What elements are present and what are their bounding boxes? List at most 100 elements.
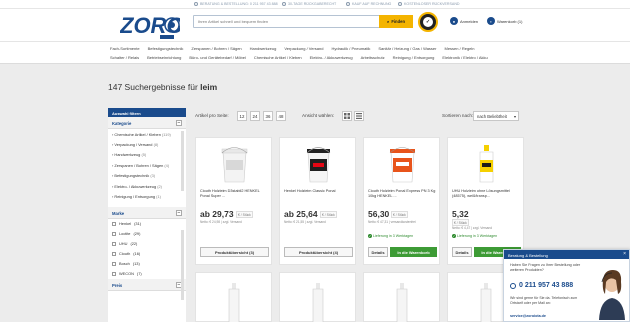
search-button[interactable]: ⌕ Finden	[379, 15, 413, 28]
product-image[interactable]	[206, 144, 263, 184]
grid-view-icon[interactable]	[342, 111, 352, 121]
per-page-option[interactable]: 24	[250, 111, 260, 121]
product-card[interactable]	[195, 272, 272, 322]
service-bar: BERATUNG & BESTELLUNG: 0 211 957 43 888 …	[0, 0, 630, 9]
category-scrollbar[interactable]	[181, 131, 184, 191]
brand-checkbox[interactable]: UHU (22)	[108, 239, 186, 249]
category-item[interactable]: › Elektro- / Akkuwerkzeug (2)	[108, 181, 186, 191]
product-image[interactable]	[196, 273, 273, 322]
product-image[interactable]	[458, 144, 515, 184]
product-image[interactable]	[364, 273, 441, 322]
return-icon	[282, 2, 286, 6]
nav-item[interactable]: Befestigungstechnik	[148, 46, 184, 51]
nav-item[interactable]: Schalter / Relais	[110, 55, 139, 60]
trust-seal[interactable]: ✓	[418, 12, 438, 32]
price-filter-header[interactable]: Preis −	[108, 278, 186, 291]
details-button[interactable]: Details	[368, 247, 388, 257]
page-title: 147 Suchergebnisse für leim	[108, 82, 218, 92]
category-item[interactable]: › Zerspanen / Bohren / Sägen (4)	[108, 160, 186, 170]
product-name[interactable]: Ciouth Holzleim Ponal Express PN 3 Kg 10…	[368, 189, 438, 199]
list-view-icon[interactable]	[354, 111, 364, 121]
nav-item[interactable]: Fach-Sortimente	[110, 46, 140, 51]
category-filter-header[interactable]: Kategorie −	[108, 117, 186, 129]
hotline-number[interactable]: 0 211 957 43 888	[510, 282, 573, 289]
zoro-logo[interactable]: ZORO	[119, 11, 184, 41]
add-to-cart-button[interactable]: In die Warenkorb	[390, 247, 437, 257]
nav-item[interactable]: Sanitär / Heizung / Gas / Wasser	[378, 46, 436, 51]
nav-item[interactable]: Messen / Regeln	[445, 46, 475, 51]
nav-item[interactable]: Hydraulik / Pneumatik	[331, 46, 370, 51]
product-card[interactable]: Ciouth Holzleim Ponal Express PN 3 Kg 10…	[363, 137, 440, 265]
brand-checkbox[interactable]: Ciouth (16)	[108, 249, 186, 259]
per-page-option[interactable]: 36	[263, 111, 273, 121]
category-item[interactable]: › Verpackung / Versand (8)	[108, 139, 186, 149]
category-item[interactable]: › Handwerkzeug (5)	[108, 150, 186, 160]
brand-checkbox[interactable]: WECON (7)	[108, 269, 186, 279]
nav-item[interactable]: Büro- und Gerätebedarf / Möbel	[189, 55, 245, 60]
per-page-label: Artikel pro Seite:	[195, 113, 229, 118]
delivery-status: ✓ Lieferung in 3 Werktagen	[368, 234, 414, 238]
nav-item[interactable]: Arbeitsschutz	[361, 55, 385, 60]
product-card[interactable]: UHU Holzleim ohne Lösungsmittel (48575),…	[447, 137, 524, 265]
product-image[interactable]	[374, 144, 431, 184]
cart-link[interactable]: ▪ Warenkorb (1)	[487, 17, 522, 25]
nav-item[interactable]: Reinigung / Entsorgung	[393, 55, 435, 60]
product-card[interactable]	[279, 272, 356, 322]
return-info: 30-TAGE RÜCKGABERECHT	[282, 2, 336, 6]
product-image[interactable]	[290, 144, 347, 184]
product-image[interactable]	[280, 273, 357, 322]
widget-question: Haben Sie Fragen zu Ihrer Bestellung ode…	[510, 263, 581, 272]
product-card[interactable]	[363, 272, 440, 322]
product-name[interactable]: Ciouth Holzleim D3stabil2 HENKEL Ponal S…	[200, 189, 270, 199]
price-unit: € / Stück	[452, 219, 469, 226]
brand-checkbox[interactable]: Loctite (29)	[108, 229, 186, 239]
nav-item[interactable]: Handwerkzeug	[250, 46, 277, 51]
product-overview-button[interactable]: Produktübersicht (4)	[284, 247, 353, 257]
invoice-icon	[346, 2, 350, 6]
service-email-link[interactable]: service@zoroiota.de	[510, 314, 546, 318]
product-overview-button[interactable]: Produktübersicht (3)	[200, 247, 269, 257]
nav-item[interactable]: Elektronik / Elektro / Akku	[442, 55, 487, 60]
sort-select[interactable]: nach Beliebtheit ▾	[473, 111, 519, 121]
category-item[interactable]: › Reinigung / Entsorgung (1)	[108, 191, 186, 201]
nav-item[interactable]: Elektro- / Akkuwerkzeug	[310, 55, 353, 60]
net-price: Netto: € 24,98 | zzgl. Versand	[200, 220, 242, 224]
widget-text: Wir sind gerne für Sie da. Telefonisch z…	[510, 296, 578, 305]
search-input[interactable]	[194, 16, 379, 27]
per-page-option[interactable]: 48	[276, 111, 286, 121]
login-link[interactable]: ● Anmelden	[450, 17, 478, 25]
per-page-option[interactable]: 12	[237, 111, 247, 121]
product-price: ab 29,73	[200, 209, 234, 219]
check-icon: ✓	[368, 234, 372, 238]
collapse-icon[interactable]: −	[176, 209, 182, 216]
site-header: ZORO ⌕Finden ✓ ●Anmelden ▪Warenkorb (1)	[0, 9, 630, 41]
nav-row-2: Schalter / Relais Betriebseinrichtung Bü…	[110, 55, 488, 60]
support-agent-image	[599, 270, 625, 320]
nav-item[interactable]: Chemische Artikel / Kleben	[254, 55, 302, 60]
category-nav: Fach-Sortimente Befestigungstechnik Zers…	[0, 41, 630, 64]
brand-scrollbar[interactable]	[181, 230, 184, 300]
category-item[interactable]: › Chemische Artikel / Kleben (119)	[108, 129, 186, 139]
nav-item[interactable]: Betriebseinrichtung	[147, 55, 181, 60]
product-card[interactable]: Ciouth Holzleim D3stabil2 HENKEL Ponal S…	[195, 137, 272, 265]
product-name[interactable]: UHU Holzleim ohne Lösungsmittel (48575),…	[452, 189, 522, 199]
price-unit: € / Stück	[391, 211, 408, 218]
brand-filter-header[interactable]: Marke −	[108, 206, 186, 219]
product-price: 56,30	[368, 209, 390, 219]
collapse-icon[interactable]: −	[176, 120, 182, 126]
widget-header[interactable]: Beratung & Bestellung ×	[504, 250, 629, 259]
net-price: Netto: € 21,55 | zzgl. Versand	[284, 220, 326, 224]
brand-checkbox[interactable]: Bosch (13)	[108, 259, 186, 269]
brand-checkbox[interactable]: Henkel (31)	[108, 219, 186, 229]
category-item[interactable]: › Befestigungstechnik (3)	[108, 171, 186, 181]
product-name[interactable]: Henkel Holzleim Classic Ponal	[284, 189, 354, 194]
nav-item[interactable]: Zerspanen / Bohren / Sägen	[191, 46, 241, 51]
product-price: ab 25,64	[284, 209, 318, 219]
details-button[interactable]: Details	[452, 247, 472, 257]
advice-widget[interactable]: Beratung & Bestellung × Haben Sie Fragen …	[503, 249, 630, 322]
sort-label: Sortieren nach:	[442, 113, 474, 118]
nav-item[interactable]: Verpackung / Versand	[284, 46, 323, 51]
close-icon[interactable]: ×	[623, 251, 626, 257]
product-card[interactable]: Henkel Holzleim Classic Ponal ab 25,64 €…	[279, 137, 356, 265]
net-price: Netto: € 4,47 | zzgl. Versand	[452, 226, 492, 230]
